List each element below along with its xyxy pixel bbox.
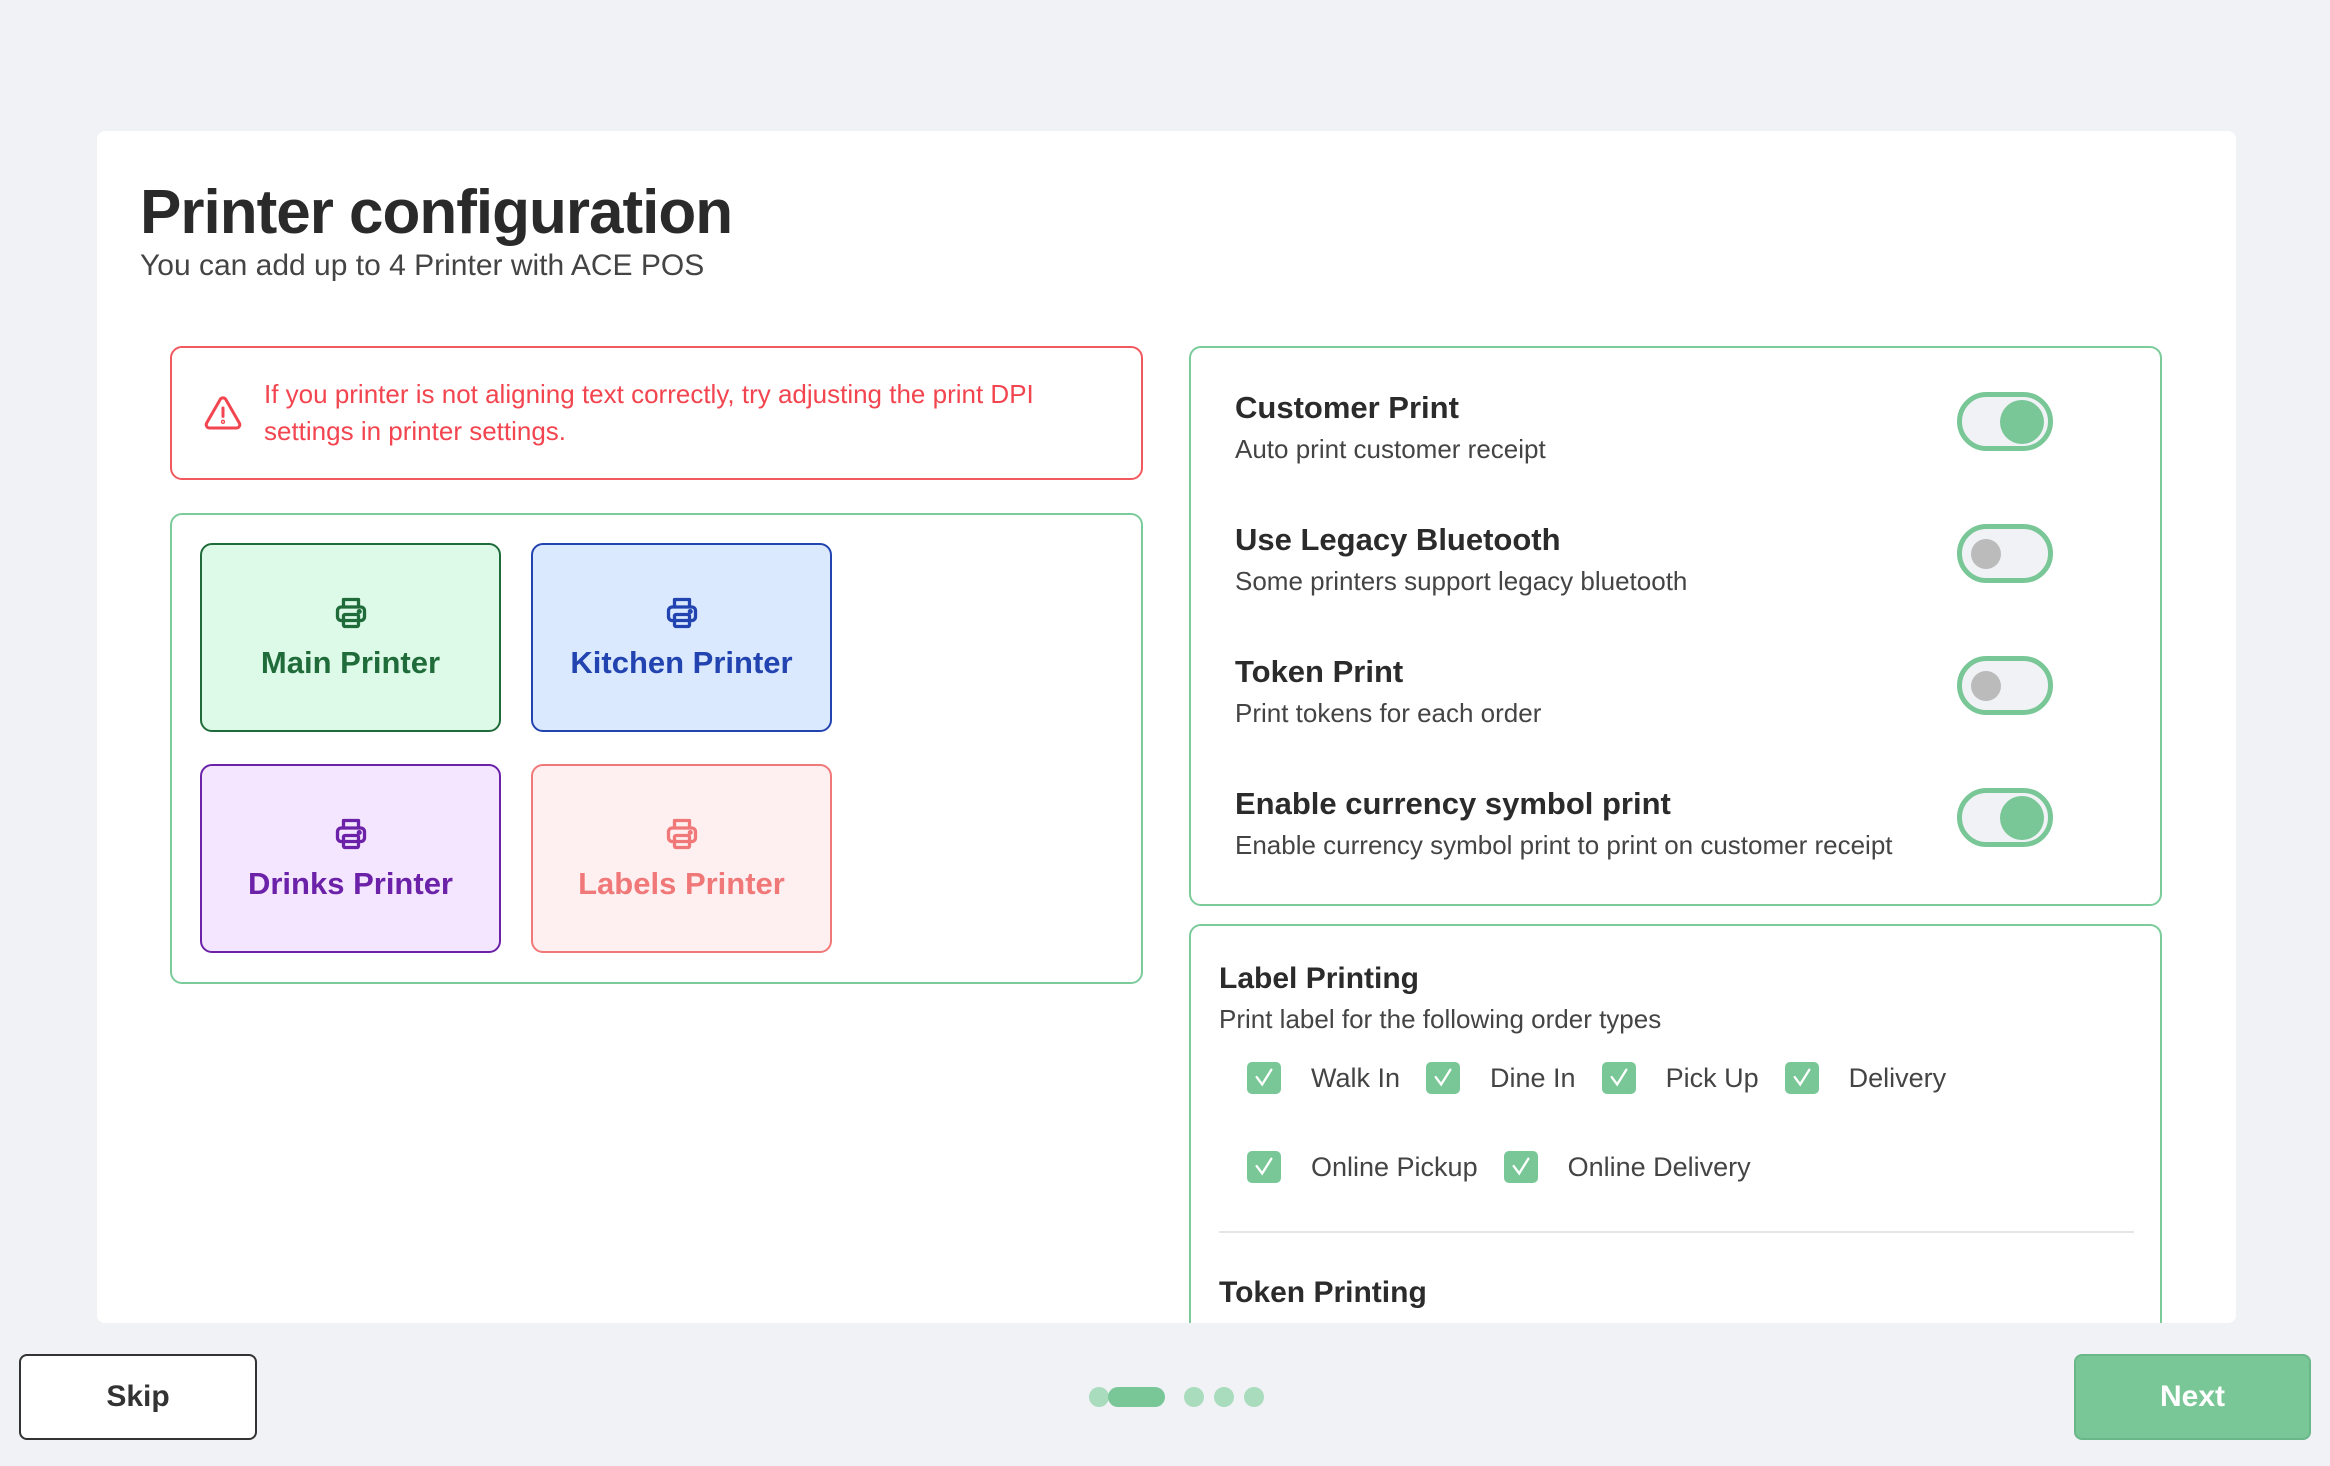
page-title: Printer configuration <box>140 178 733 247</box>
checkbox-label: Delivery <box>1848 1062 1947 1093</box>
toggle-knob <box>1971 538 2001 569</box>
setting-row-customer-print: Customer Print Auto print customer receip… <box>1235 390 2115 465</box>
setting-row-currency-symbol: Enable currency symbol print Enable curre… <box>1235 786 2115 861</box>
checkbox[interactable] <box>1247 1151 1281 1183</box>
drinks-printer-tile[interactable]: Drinks Printer <box>200 764 501 953</box>
printer-icon <box>335 818 366 849</box>
toggle-knob <box>2000 795 2044 840</box>
printer-icon <box>666 818 697 849</box>
checkmark-icon <box>1255 1157 1273 1176</box>
checkbox[interactable] <box>1601 1062 1636 1094</box>
step-dot <box>1108 1387 1165 1407</box>
customer-print-toggle[interactable] <box>1957 392 2053 451</box>
checkbox[interactable] <box>1426 1062 1461 1094</box>
label-printing-title: Label Printing <box>1219 962 1420 995</box>
label-printing-panel: Label Printing Print label for the follo… <box>1189 924 2162 1323</box>
skip-button[interactable]: Skip <box>19 1354 257 1440</box>
checkbox-label: Dine In <box>1490 1062 1576 1093</box>
warning-triangle-icon <box>204 396 242 430</box>
page-subtitle: You can add up to 4 Printer with ACE POS <box>140 249 705 282</box>
printer-icon <box>666 597 697 628</box>
step-dot <box>1184 1387 1204 1407</box>
checkmark-icon <box>1434 1068 1452 1087</box>
checkbox-label: Online Delivery <box>1567 1151 1751 1182</box>
checkbox-label: Walk In <box>1311 1062 1401 1093</box>
setting-row-token-print: Token Print Print tokens for each order <box>1235 654 2115 729</box>
dpi-alert: If you printer is not aligning text corr… <box>170 346 1143 480</box>
checkmark-icon <box>1793 1068 1811 1087</box>
step-dot <box>1089 1387 1109 1407</box>
order-type-row: Online Pickup Online Delivery <box>1247 1151 1777 1183</box>
toggle-knob <box>1971 670 2001 701</box>
printer-label: Labels Printer <box>578 865 785 901</box>
checkbox[interactable] <box>1503 1151 1538 1183</box>
printer-grid: Main Printer Kitchen Printer Drinks Prin… <box>170 513 1143 984</box>
checkbox[interactable] <box>1247 1062 1281 1094</box>
checkbox-label: Pick Up <box>1665 1062 1759 1093</box>
alert-text: If you printer is not aligning text corr… <box>264 379 1034 446</box>
step-dot <box>1244 1387 1264 1407</box>
next-button[interactable]: Next <box>2074 1354 2311 1440</box>
checkmark-icon <box>1610 1068 1628 1087</box>
printer-label: Kitchen Printer <box>570 644 793 680</box>
print-settings-panel: Customer Print Auto print customer receip… <box>1189 346 2162 906</box>
setting-row-legacy-bluetooth: Use Legacy Bluetooth Some printers suppor… <box>1235 522 2115 597</box>
checkmark-icon <box>1255 1068 1273 1087</box>
step-dot <box>1214 1387 1234 1407</box>
token-printing-title: Token Printing <box>1219 1276 1427 1309</box>
checkbox-label: Online Pickup <box>1311 1151 1478 1182</box>
printer-label: Main Printer <box>260 644 441 680</box>
kitchen-printer-tile[interactable]: Kitchen Printer <box>531 543 832 732</box>
divider <box>1219 1231 2134 1233</box>
order-type-row: Walk In Dine In Pick Up Delivery <box>1247 1062 1972 1094</box>
checkbox[interactable] <box>1784 1062 1819 1094</box>
checkmark-icon <box>1512 1157 1530 1176</box>
legacy-bluetooth-toggle[interactable] <box>1957 524 2053 583</box>
toggle-knob <box>2000 399 2044 444</box>
config-card: Printer configuration You can add up to … <box>97 131 2236 1323</box>
printer-icon <box>335 597 366 628</box>
main-printer-tile[interactable]: Main Printer <box>200 543 501 732</box>
label-printing-subtitle: Print label for the following order type… <box>1219 1004 1662 1034</box>
labels-printer-tile[interactable]: Labels Printer <box>531 764 832 953</box>
printer-label: Drinks Printer <box>247 865 453 901</box>
token-print-toggle[interactable] <box>1957 656 2053 715</box>
currency-symbol-toggle[interactable] <box>1957 788 2053 847</box>
